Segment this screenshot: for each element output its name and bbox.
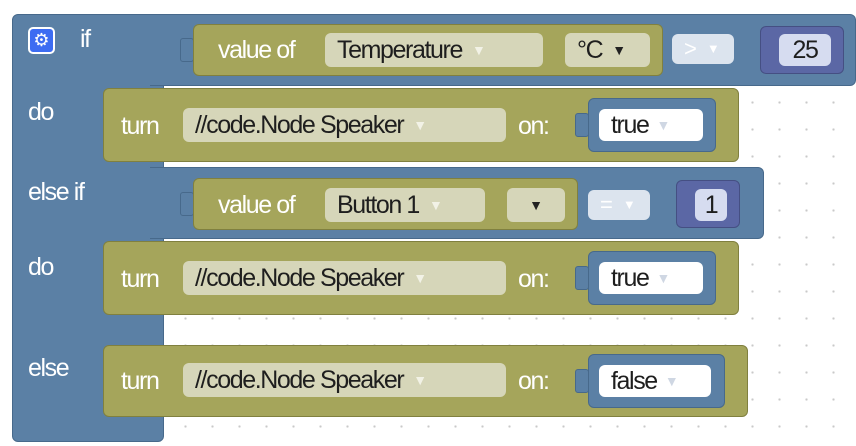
action-1-device-value: //code.Node Speaker [195, 111, 405, 139]
condition-1-unit-value: °C [577, 36, 604, 64]
chevron-down-icon: ▼ [664, 373, 679, 389]
condition-1-unit-dropdown[interactable]: °C ▼ [565, 33, 650, 67]
action-2-device-dropdown[interactable]: //code.Node Speaker ▼ [183, 261, 506, 295]
condition-1-sensor-value: Temperature [337, 36, 463, 64]
condition-1-value-of-label: value of [218, 36, 296, 64]
chevron-down-icon: ▼ [612, 42, 627, 58]
do-label-2: do [28, 253, 54, 281]
if-label: if [80, 25, 91, 53]
action-3-device-dropdown[interactable]: //code.Node Speaker ▼ [183, 363, 506, 397]
action-3-value-connector [575, 369, 589, 393]
action-3-device-value: //code.Node Speaker [195, 366, 405, 394]
action-3-turn-label: turn [121, 367, 160, 395]
else-label: else [28, 354, 70, 382]
chevron-down-icon: ▼ [622, 197, 636, 212]
action-1-on-label: on: [518, 112, 550, 140]
action-2-on-label: on: [518, 265, 550, 293]
action-3-boolean-dropdown[interactable]: false ▼ [599, 365, 711, 397]
chevron-down-icon: ▼ [706, 41, 720, 56]
gear-icon[interactable]: ⚙ [28, 27, 55, 54]
action-1-device-dropdown[interactable]: //code.Node Speaker ▼ [183, 108, 506, 142]
chevron-down-icon: ▼ [529, 197, 543, 213]
condition-1-connector [180, 38, 194, 62]
action-1-turn-label: turn [121, 112, 160, 140]
action-1-boolean-value: true [611, 111, 650, 139]
condition-2-unit-dropdown[interactable]: ▼ [507, 188, 565, 222]
condition-2-operator-value: = [600, 192, 613, 217]
action-2-turn-label: turn [121, 265, 160, 293]
chevron-down-icon: ▼ [656, 270, 671, 286]
chevron-down-icon: ▼ [656, 117, 671, 133]
condition-2-sensor-value: Button 1 [337, 191, 420, 219]
chevron-down-icon: ▼ [428, 197, 443, 213]
action-1-value-connector [575, 113, 589, 137]
action-2-device-value: //code.Node Speaker [195, 264, 405, 292]
action-2-boolean-dropdown[interactable]: true ▼ [599, 262, 703, 294]
chevron-down-icon: ▼ [413, 117, 428, 133]
condition-2-sensor-dropdown[interactable]: Button 1 ▼ [325, 188, 485, 222]
chevron-down-icon: ▼ [413, 372, 428, 388]
condition-1-operator-value: > [684, 36, 697, 61]
condition-2-value-of-label: value of [218, 191, 296, 219]
action-2-value-connector [575, 266, 589, 290]
condition-2-number-field[interactable]: 1 [695, 189, 727, 221]
condition-1-operator-dropdown[interactable]: > ▼ [672, 34, 734, 64]
chevron-down-icon: ▼ [471, 42, 486, 58]
action-3-boolean-value: false [611, 367, 658, 395]
chevron-down-icon: ▼ [413, 270, 428, 286]
action-2-boolean-value: true [611, 264, 650, 292]
action-3-on-label: on: [518, 367, 550, 395]
else-if-label: else if [28, 178, 85, 206]
do-label-1: do [28, 98, 54, 126]
action-1-boolean-dropdown[interactable]: true ▼ [599, 109, 703, 141]
condition-1-number-field[interactable]: 25 [779, 34, 831, 66]
condition-1-sensor-dropdown[interactable]: Temperature ▼ [325, 33, 543, 67]
condition-2-connector [180, 192, 194, 216]
condition-2-operator-dropdown[interactable]: = ▼ [588, 190, 650, 220]
